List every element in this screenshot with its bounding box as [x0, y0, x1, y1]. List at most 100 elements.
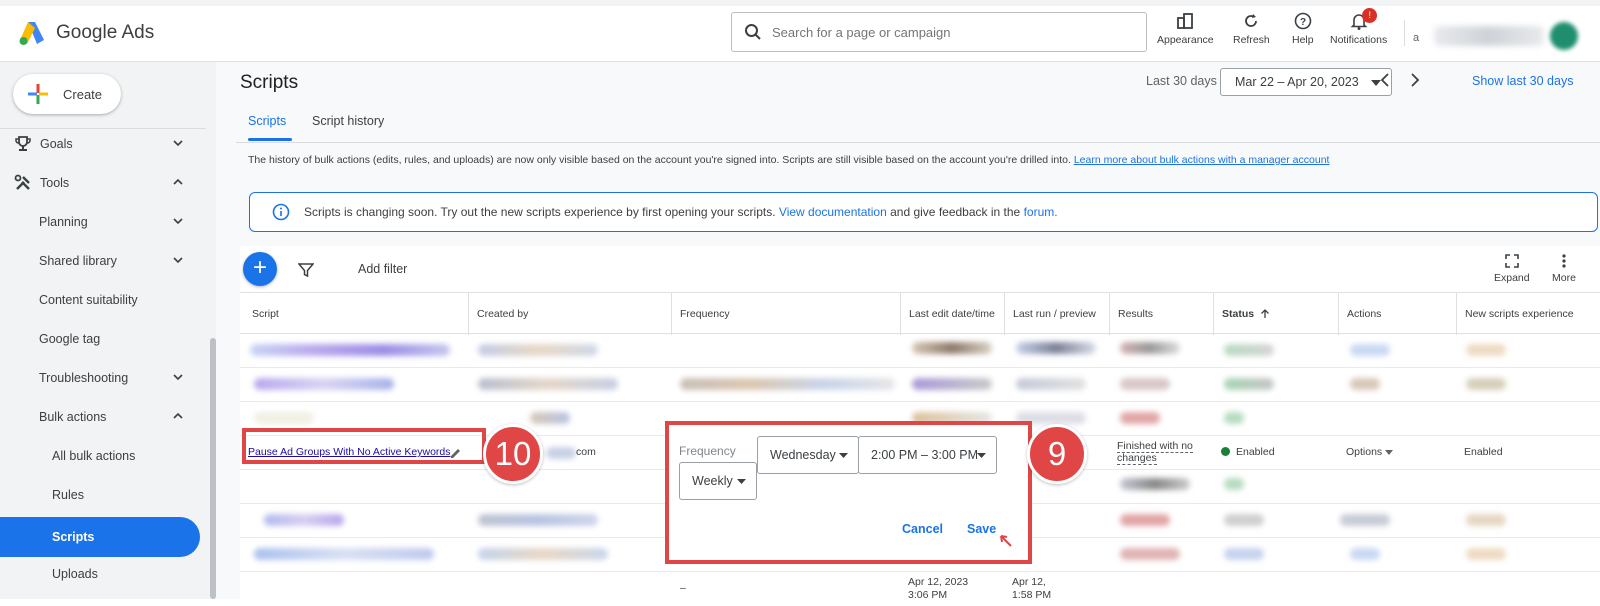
results-text: Finished with no changes: [1117, 440, 1193, 465]
col-last-edit[interactable]: Last edit date/time: [900, 293, 1004, 335]
frequency-cell: –: [680, 582, 686, 594]
add-script-button[interactable]: +: [243, 252, 277, 286]
add-filter-button[interactable]: Add filter: [358, 262, 407, 276]
blurred-cell: [680, 378, 895, 390]
last-run-cell: Apr 12,: [1012, 576, 1046, 588]
blurred-cell: [478, 344, 598, 356]
search-box[interactable]: [731, 12, 1147, 52]
sidebar-item-label: Uploads: [52, 567, 98, 581]
banner-text-2: and give feedback in the: [890, 205, 1021, 219]
col-created-by[interactable]: Created by: [468, 293, 671, 335]
col-status[interactable]: Status: [1213, 293, 1338, 335]
blurred-cell: [1120, 478, 1190, 490]
col-script[interactable]: Script: [240, 293, 468, 335]
blurred-cell: [530, 412, 570, 424]
blurred-cell: [1466, 378, 1506, 390]
date-range-picker[interactable]: Mar 22 – Apr 20, 2023: [1220, 68, 1392, 96]
sidebar-item-label: All bulk actions: [52, 449, 136, 463]
sidebar-item-goals[interactable]: Goals: [0, 124, 200, 164]
col-actions[interactable]: Actions: [1338, 293, 1456, 335]
more-button[interactable]: More: [1552, 254, 1576, 284]
brand-name: Google Ads: [56, 22, 155, 43]
table-header: Script Created by Frequency Last edit da…: [240, 292, 1600, 335]
create-button[interactable]: Create: [13, 74, 121, 114]
blurred-cell: [254, 412, 314, 424]
col-results[interactable]: Results: [1109, 293, 1213, 335]
sidebar-item-label: Content suitability: [39, 293, 138, 307]
sidebar-item-shared-library[interactable]: Shared library: [0, 241, 200, 281]
appearance-button[interactable]: Appearance: [1157, 12, 1214, 46]
help-button[interactable]: ? Help: [1292, 12, 1314, 46]
refresh-button[interactable]: Refresh: [1233, 12, 1270, 46]
blurred-cell: [478, 378, 618, 390]
last-edit-cell: Apr 12, 2023: [908, 576, 969, 588]
options-dropdown[interactable]: Options: [1346, 446, 1394, 458]
sidebar-item-scripts[interactable]: Scripts: [0, 517, 200, 557]
top-bar: Google Ads Appearance Refresh ? Help Not…: [0, 0, 1600, 62]
bulk-actions-note: The history of bulk actions (edits, rule…: [248, 154, 1329, 166]
view-documentation-link[interactable]: View documentation: [779, 205, 887, 219]
sidebar-item-label: Shared library: [39, 254, 117, 268]
blurred-cell: [1350, 344, 1390, 356]
blurred-cell: [478, 514, 598, 526]
blurred-cell: [1340, 514, 1390, 526]
sidebar-item-content-suitability[interactable]: Content suitability: [0, 280, 200, 320]
note-text: The history of bulk actions (edits, rule…: [248, 154, 1071, 166]
active-tab-indicator: [248, 138, 292, 141]
sidebar-item-uploads[interactable]: Uploads: [0, 554, 200, 594]
help-label: Help: [1292, 34, 1314, 46]
status-dot: [1221, 447, 1230, 456]
options-label: Options: [1346, 446, 1383, 458]
chevron-right-icon[interactable]: [1408, 72, 1422, 88]
notifications-button[interactable]: Notifications !: [1330, 8, 1387, 46]
learn-more-link[interactable]: Learn more about bulk actions with a man…: [1074, 154, 1330, 166]
highlight-box-script-name: [242, 428, 486, 464]
col-last-run[interactable]: Last run / preview: [1004, 293, 1109, 335]
show-last-30-days-link[interactable]: Show last 30 days: [1472, 74, 1573, 88]
expand-button[interactable]: Expand: [1494, 254, 1530, 284]
more-label: More: [1552, 272, 1576, 284]
sidebar-item-planning[interactable]: Planning: [0, 202, 200, 242]
sidebar-item-bulk-actions[interactable]: Bulk actions: [0, 397, 200, 437]
sidebar-item-label: Bulk actions: [39, 410, 107, 424]
col-frequency[interactable]: Frequency: [671, 293, 900, 335]
col-new-scripts-experience[interactable]: New scripts experience: [1456, 293, 1600, 335]
table-row[interactable]: [240, 334, 1600, 368]
status-text: Enabled: [1236, 446, 1275, 458]
avatar[interactable]: [1550, 22, 1578, 50]
sidebar-item-google-tag[interactable]: Google tag: [0, 319, 200, 359]
refresh-icon: [1245, 14, 1258, 27]
chevron-down-icon: [173, 218, 183, 225]
blurred-cell: [912, 378, 992, 390]
table-row[interactable]: – Apr 12, 2023 3:06 PM Apr 12, 1:58 PM: [240, 572, 1600, 606]
blurred-cell: [546, 447, 576, 459]
sidebar: Create Goals Tools Planning Shared libra…: [0, 62, 216, 599]
blurred-cell: [254, 548, 434, 560]
blurred-cell: [1224, 378, 1274, 390]
google-ads-logo[interactable]: Google Ads: [18, 20, 154, 46]
info-icon: [272, 203, 290, 221]
highlight-box-frequency: [665, 421, 1032, 564]
chevron-up-icon: [173, 178, 183, 185]
table-row[interactable]: [240, 368, 1600, 402]
date-range-label: Last 30 days: [1146, 74, 1217, 88]
tab-scripts[interactable]: Scripts: [248, 114, 286, 128]
tab-script-history[interactable]: Script history: [312, 114, 384, 128]
filter-icon[interactable]: [298, 262, 314, 278]
appearance-icon: [1177, 13, 1194, 29]
blurred-cell: [264, 514, 344, 526]
forum-link[interactable]: forum.: [1024, 205, 1058, 219]
blurred-cell: [254, 378, 394, 390]
search-input[interactable]: [772, 24, 1132, 40]
sidebar-item-rules[interactable]: Rules: [0, 475, 200, 515]
blurred-cell: [1120, 514, 1170, 526]
chevron-left-icon[interactable]: [1378, 72, 1392, 88]
blurred-cell: [1224, 344, 1274, 356]
sidebar-item-label: Google tag: [39, 332, 101, 346]
sidebar-item-tools[interactable]: Tools: [0, 163, 200, 203]
account-info-blurred[interactable]: [1434, 26, 1544, 46]
sidebar-item-all-bulk-actions[interactable]: All bulk actions: [0, 436, 200, 476]
sidebar-item-troubleshooting[interactable]: Troubleshooting: [0, 358, 200, 398]
sidebar-item-label: Troubleshooting: [39, 371, 129, 385]
blurred-cell: [912, 342, 992, 354]
